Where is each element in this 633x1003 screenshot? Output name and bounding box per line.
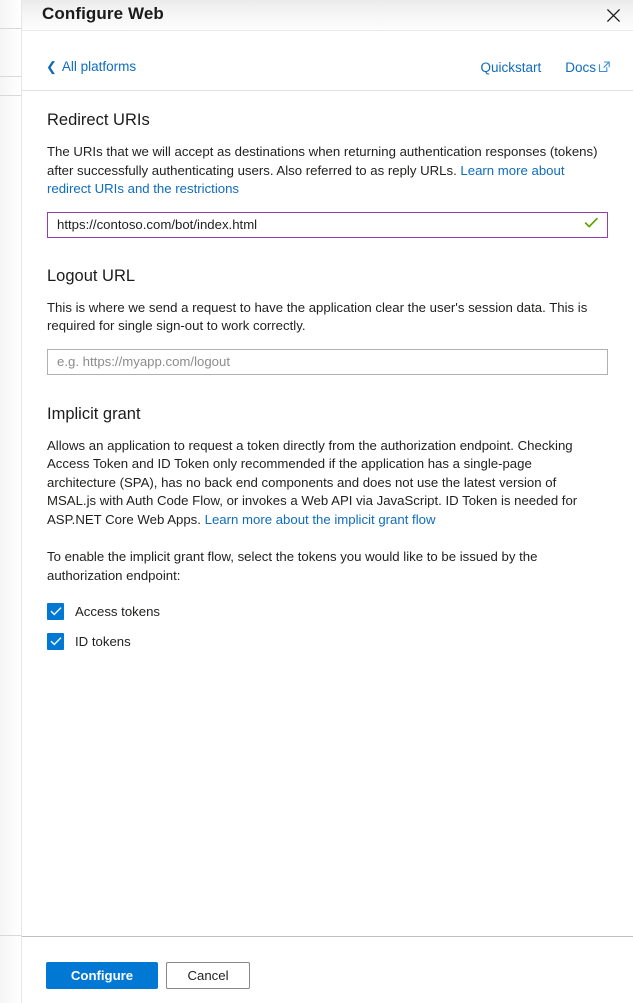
- checkbox-id-tokens[interactable]: ID tokens: [47, 631, 608, 651]
- implicit-grant-description: Allows an application to request a token…: [47, 437, 603, 530]
- external-link-icon: [598, 60, 611, 76]
- back-to-all-platforms-link[interactable]: ❮ All platforms: [46, 59, 136, 74]
- blade-content-panel: Redirect URIs The URIs that we will acce…: [22, 90, 633, 935]
- background-row-divider: [0, 76, 21, 77]
- background-row-divider: [0, 935, 21, 936]
- redirect-uris-description: The URIs that we will accept as destinat…: [47, 143, 599, 199]
- background-list-strip: [0, 0, 22, 1003]
- implicit-grant-title: Implicit grant: [47, 404, 141, 423]
- configure-web-blade: Configure Web ❮ All platforms Quickstart…: [0, 0, 633, 1003]
- quickstart-link[interactable]: Quickstart: [480, 60, 541, 75]
- logout-url-description: This is where we send a request to have …: [47, 299, 588, 334]
- checkbox-access-tokens[interactable]: Access tokens: [47, 601, 608, 621]
- command-bar: ❮ All platforms Quickstart Docs: [22, 31, 633, 90]
- back-link-label: All platforms: [61, 59, 137, 74]
- logout-url-field[interactable]: [47, 348, 608, 375]
- access-tokens-checkbox-row: Access tokens: [47, 601, 608, 621]
- redirect-uris-title: Redirect URIs: [47, 111, 150, 129]
- docs-link[interactable]: Docs: [565, 59, 611, 75]
- implicit-grant-instruction: To enable the implicit grant flow, selec…: [47, 549, 538, 583]
- implicit-grant-learn-more-link[interactable]: Learn more about the implicit grant flow: [205, 512, 436, 527]
- checkmark-icon: [47, 602, 64, 620]
- logout-url-input[interactable]: [48, 349, 607, 374]
- quickstart-label: Quickstart: [480, 59, 542, 75]
- configure-button[interactable]: Configure: [46, 962, 158, 989]
- redirect-uri-field[interactable]: [47, 211, 608, 238]
- content-sections: Redirect URIs The URIs that we will acce…: [22, 91, 633, 651]
- cancel-button[interactable]: Cancel: [166, 962, 250, 989]
- chevron-left-icon: ❮: [46, 58, 57, 74]
- docs-label: Docs: [565, 59, 596, 75]
- command-bar-links: Quickstart Docs: [480, 59, 611, 75]
- checkbox-label: Access tokens: [75, 603, 161, 619]
- redirect-uri-input[interactable]: [48, 212, 607, 237]
- checkmark-icon: [584, 216, 599, 234]
- logout-url-title: Logout URL: [47, 266, 136, 285]
- checkmark-icon: [47, 632, 64, 650]
- id-tokens-checkbox-row: ID tokens: [47, 631, 608, 651]
- checkbox-label: ID tokens: [75, 633, 131, 649]
- close-icon[interactable]: [599, 2, 627, 29]
- blade-footer: Configure Cancel: [22, 936, 633, 1003]
- background-row-divider: [0, 28, 21, 29]
- page-title: Configure Web: [42, 4, 164, 23]
- background-row-divider: [0, 95, 21, 96]
